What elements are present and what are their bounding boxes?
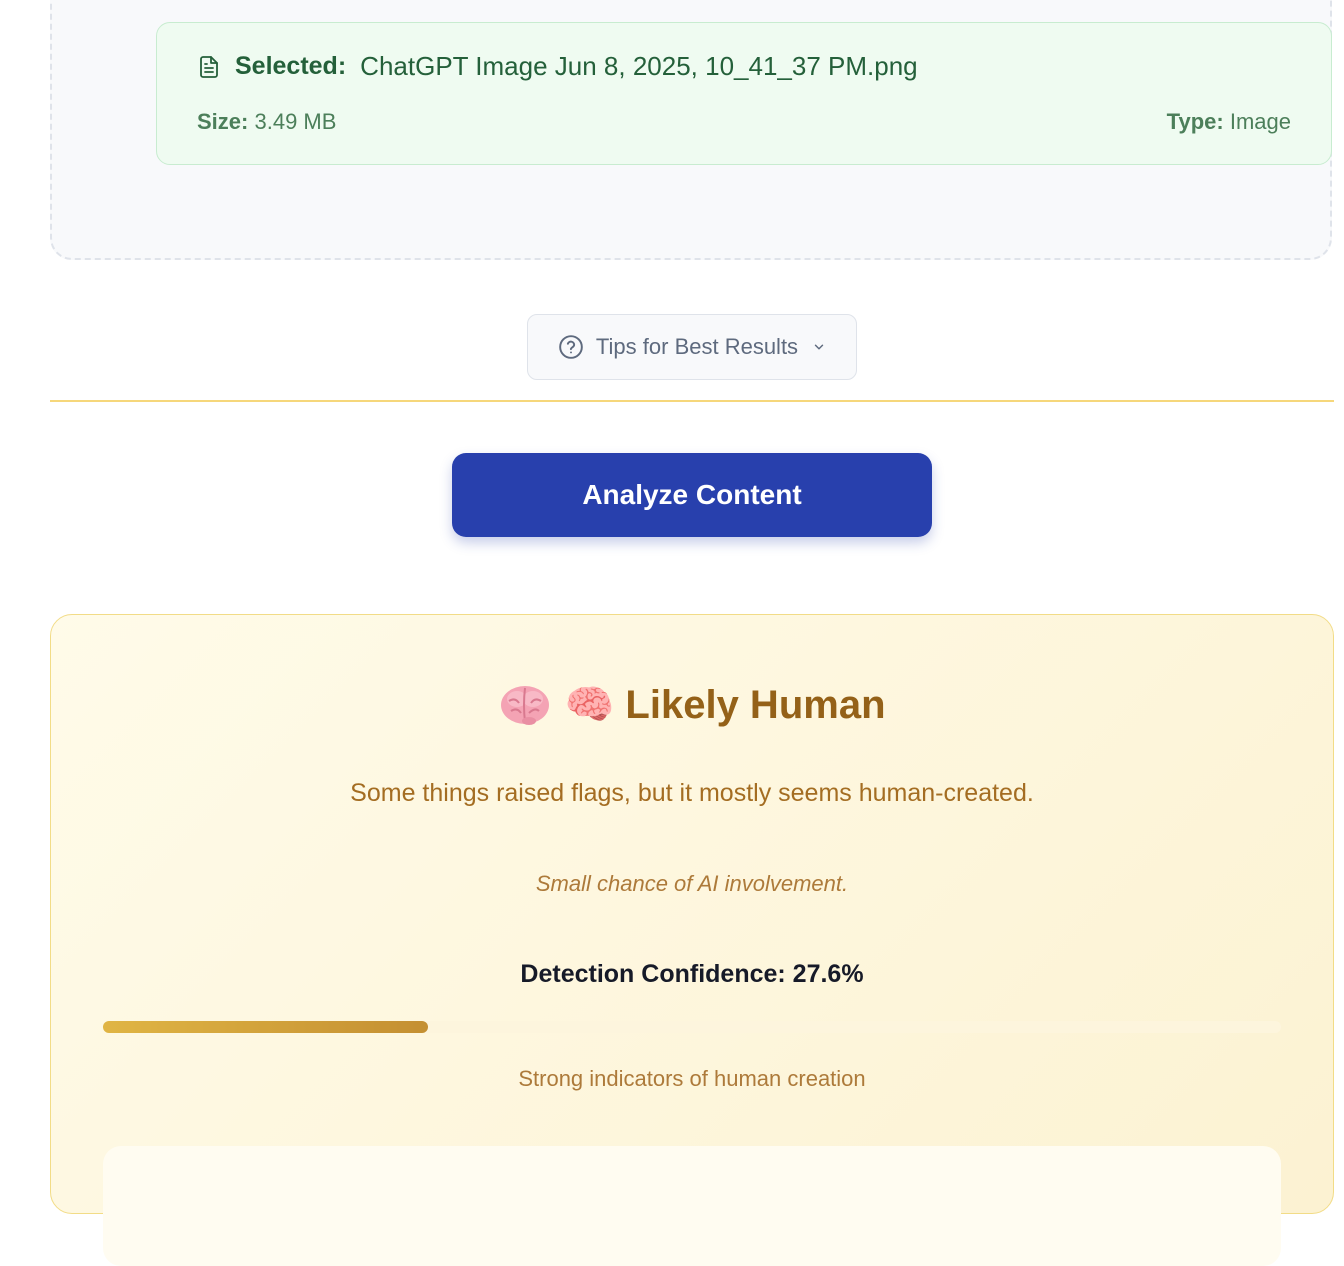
brain-icon [499, 683, 551, 727]
file-size: Size: 3.49 MB [197, 109, 336, 135]
section-divider [50, 400, 1334, 402]
result-note: Small chance of AI involvement. [535, 871, 849, 896]
result-card: 🧠 Likely Human Some things raised flags,… [50, 614, 1334, 1266]
tips-toggle-button[interactable]: Tips for Best Results [527, 314, 857, 380]
confidence-bar-track [103, 1021, 1281, 1033]
help-circle-icon [558, 334, 584, 360]
selected-filename: ChatGPT Image Jun 8, 2025, 10_41_37 PM.p… [360, 51, 918, 81]
analyze-content-button[interactable]: Analyze Content [452, 453, 932, 537]
upload-dropzone[interactable]: Selected: ChatGPT Image Jun 8, 2025, 10_… [50, 0, 1332, 260]
file-size-label: Size: [197, 109, 249, 134]
file-type-label: Type: [1166, 109, 1224, 134]
confidence-text: Detection Confidence: 27.6% [520, 960, 864, 988]
confidence-caption: Strong indicators of human creation [518, 1066, 866, 1091]
file-type-value: Image [1229, 109, 1291, 134]
file-size-value: 3.49 MB [254, 109, 337, 134]
tips-label: Tips for Best Results [595, 334, 799, 359]
selected-label: Selected: [235, 52, 347, 80]
file-type: Type: Image [1167, 109, 1291, 135]
result-subtitle: Some things raised flags, but it mostly … [350, 779, 1034, 807]
result-title: 🧠 Likely Human [564, 683, 886, 727]
selected-file-card: Selected: ChatGPT Image Jun 8, 2025, 10_… [156, 22, 1332, 165]
result-heading: 🧠 Likely Human [51, 681, 1333, 728]
chevron-down-icon [812, 340, 826, 354]
details-panel [103, 1146, 1281, 1266]
confidence-bar-fill [103, 1021, 429, 1033]
file-text-icon [197, 55, 221, 79]
